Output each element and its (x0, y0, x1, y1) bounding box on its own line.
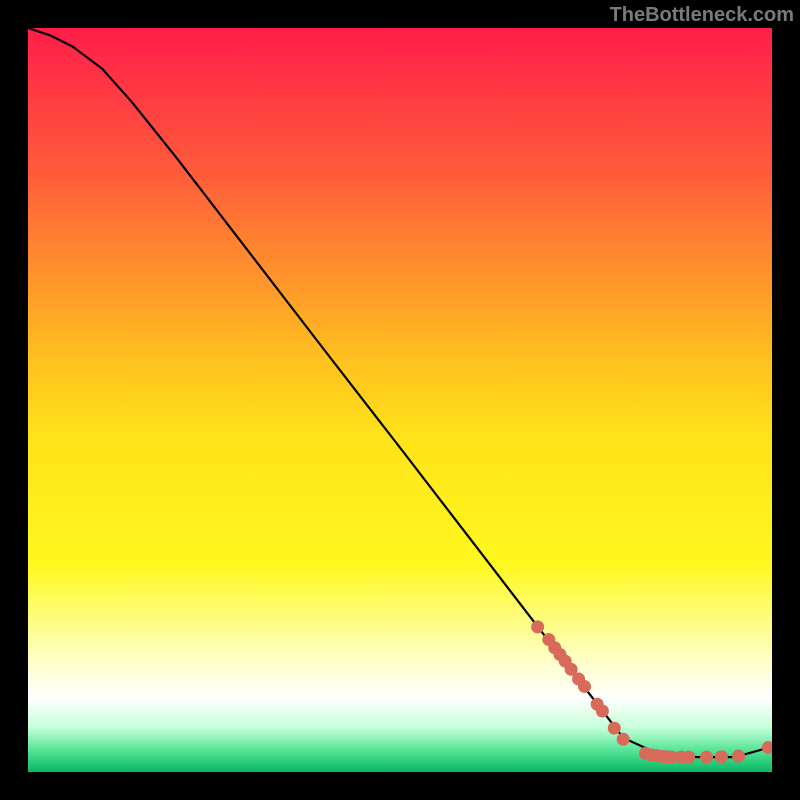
highlight-point (715, 750, 728, 763)
chart-background (28, 28, 772, 772)
highlight-point (608, 722, 621, 735)
highlight-point (682, 751, 695, 764)
highlight-point (531, 620, 544, 633)
highlight-point (617, 733, 630, 746)
highlight-point (596, 704, 609, 717)
highlight-point (700, 751, 713, 764)
highlight-point (732, 750, 745, 763)
chart-plot-area (28, 28, 772, 772)
highlight-point (578, 680, 591, 693)
watermark-text: TheBottleneck.com (610, 4, 794, 27)
chart-svg (28, 28, 772, 772)
